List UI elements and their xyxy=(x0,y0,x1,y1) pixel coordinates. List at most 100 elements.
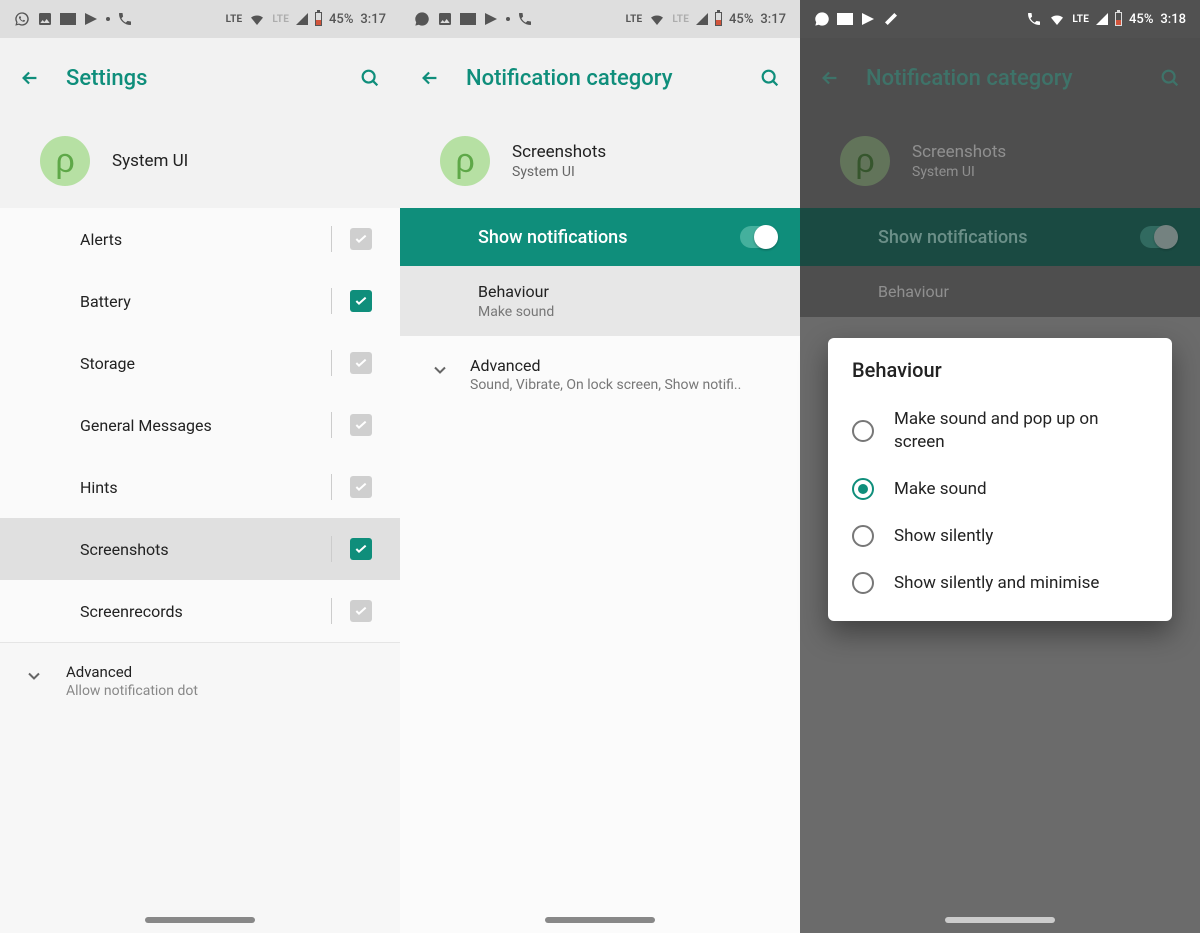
chevron-down-icon xyxy=(24,666,44,686)
back-button[interactable] xyxy=(810,58,850,98)
channel-app: System UI xyxy=(512,164,606,180)
nav-pill[interactable] xyxy=(545,917,655,923)
dot-icon xyxy=(106,17,110,21)
wifi-icon xyxy=(249,11,265,27)
category-label: Battery xyxy=(80,292,131,311)
divider xyxy=(331,412,332,438)
advanced-subtitle: Sound, Vibrate, On lock screen, Show not… xyxy=(470,377,741,393)
category-item[interactable]: Storage xyxy=(0,332,400,394)
category-label: Screenshots xyxy=(80,540,169,559)
category-checkbox[interactable] xyxy=(350,228,372,250)
battery-icon xyxy=(315,12,322,26)
image-icon xyxy=(437,11,453,27)
app-icon xyxy=(60,13,76,25)
behaviour-option[interactable]: Make sound and pop up on screen xyxy=(846,396,1154,466)
category-checkbox[interactable] xyxy=(350,476,372,498)
behaviour-title: Behaviour xyxy=(478,282,778,301)
behaviour-option[interactable]: Show silently xyxy=(846,513,1154,560)
status-bar: LTE LTE 45% 3:17 xyxy=(0,0,400,38)
category-item[interactable]: Screenrecords xyxy=(0,580,400,642)
option-label: Make sound and pop up on screen xyxy=(894,408,1148,454)
category-list: Alerts Battery Storage General Messages Hint… xyxy=(0,208,400,642)
lte-icon: LTE xyxy=(1072,14,1089,25)
show-notifications-banner[interactable]: Show notifications xyxy=(400,208,800,266)
dialog-title: Behaviour xyxy=(852,358,1148,382)
banner-label: Show notifications xyxy=(878,227,1027,248)
battery-percent: 45% xyxy=(1129,12,1153,27)
channel-header: ρ Screenshots System UI xyxy=(800,118,1200,208)
app-bar: Notification category xyxy=(800,38,1200,118)
image-icon xyxy=(37,11,53,27)
channel-app: System UI xyxy=(912,164,1006,180)
whatsapp-icon xyxy=(814,11,830,27)
signal-icon xyxy=(1096,13,1108,25)
category-checkbox[interactable] xyxy=(350,538,372,560)
behaviour-option[interactable]: Make sound xyxy=(846,466,1154,513)
behaviour-subtitle: Make sound xyxy=(478,304,778,320)
lte-icon: LTE xyxy=(226,14,243,25)
divider xyxy=(331,474,332,500)
category-label: Hints xyxy=(80,478,118,497)
status-bar: LTE LTE 45% 3:17 xyxy=(400,0,800,38)
battery-percent: 45% xyxy=(329,12,353,27)
back-button[interactable] xyxy=(10,58,50,98)
play-icon xyxy=(83,11,99,27)
search-button[interactable] xyxy=(750,58,790,98)
page-title: Notification category xyxy=(850,66,1150,91)
category-label: General Messages xyxy=(80,416,212,435)
category-checkbox[interactable] xyxy=(350,414,372,436)
search-button[interactable] xyxy=(350,58,390,98)
play-icon xyxy=(860,11,876,27)
advanced-title: Advanced xyxy=(470,356,741,375)
radio-icon xyxy=(852,525,874,547)
behaviour-row: Behaviour xyxy=(800,266,1200,317)
category-item[interactable]: Alerts xyxy=(0,208,400,270)
call-icon xyxy=(517,11,533,27)
show-notifications-switch[interactable] xyxy=(740,226,778,248)
whatsapp-icon xyxy=(14,11,30,27)
category-item[interactable]: Battery xyxy=(0,270,400,332)
settings-screen: LTE LTE 45% 3:17 Settings ρ System UI Al… xyxy=(0,0,400,933)
behaviour-title: Behaviour xyxy=(878,282,1178,301)
behaviour-row[interactable]: Behaviour Make sound xyxy=(400,266,800,336)
battery-icon xyxy=(1115,12,1122,26)
app-avatar-icon: ρ xyxy=(40,136,90,186)
nav-pill[interactable] xyxy=(145,917,255,923)
advanced-subtitle: Allow notification dot xyxy=(66,683,198,699)
search-button[interactable] xyxy=(1150,58,1190,98)
advanced-section[interactable]: Advanced Sound, Vibrate, On lock screen,… xyxy=(400,336,800,413)
lte-icon: LTE xyxy=(626,14,643,25)
wifi-icon xyxy=(649,11,665,27)
category-checkbox[interactable] xyxy=(350,600,372,622)
category-checkbox[interactable] xyxy=(350,352,372,374)
radio-icon xyxy=(852,478,874,500)
advanced-title: Advanced xyxy=(66,663,198,681)
app-bar: Settings xyxy=(0,38,400,118)
app-name: System UI xyxy=(112,151,188,171)
category-item[interactable]: Hints xyxy=(0,456,400,518)
page-title: Notification category xyxy=(450,66,750,91)
category-label: Alerts xyxy=(80,230,122,249)
play-icon xyxy=(483,11,499,27)
chevron-down-icon xyxy=(430,360,450,380)
behaviour-option[interactable]: Show silently and minimise xyxy=(846,560,1154,607)
channel-name: Screenshots xyxy=(912,142,1006,162)
behaviour-dialog: Behaviour Make sound and pop up on scree… xyxy=(828,338,1172,621)
advanced-section[interactable]: Advanced Allow notification dot xyxy=(0,642,400,719)
category-checkbox[interactable] xyxy=(350,290,372,312)
nav-pill[interactable] xyxy=(945,917,1055,923)
option-label: Show silently xyxy=(894,525,993,548)
app-avatar-icon: ρ xyxy=(440,136,490,186)
category-item[interactable]: Screenshots xyxy=(0,518,400,580)
option-label: Show silently and minimise xyxy=(894,572,1099,595)
category-label: Screenrecords xyxy=(80,602,183,621)
category-item[interactable]: General Messages xyxy=(0,394,400,456)
show-notifications-switch xyxy=(1140,226,1178,248)
clock: 3:17 xyxy=(760,12,786,27)
category-label: Storage xyxy=(80,354,135,373)
divider xyxy=(331,350,332,376)
back-button[interactable] xyxy=(410,58,450,98)
pen-icon xyxy=(883,11,899,27)
clock: 3:18 xyxy=(1160,12,1186,27)
dot-icon xyxy=(506,17,510,21)
